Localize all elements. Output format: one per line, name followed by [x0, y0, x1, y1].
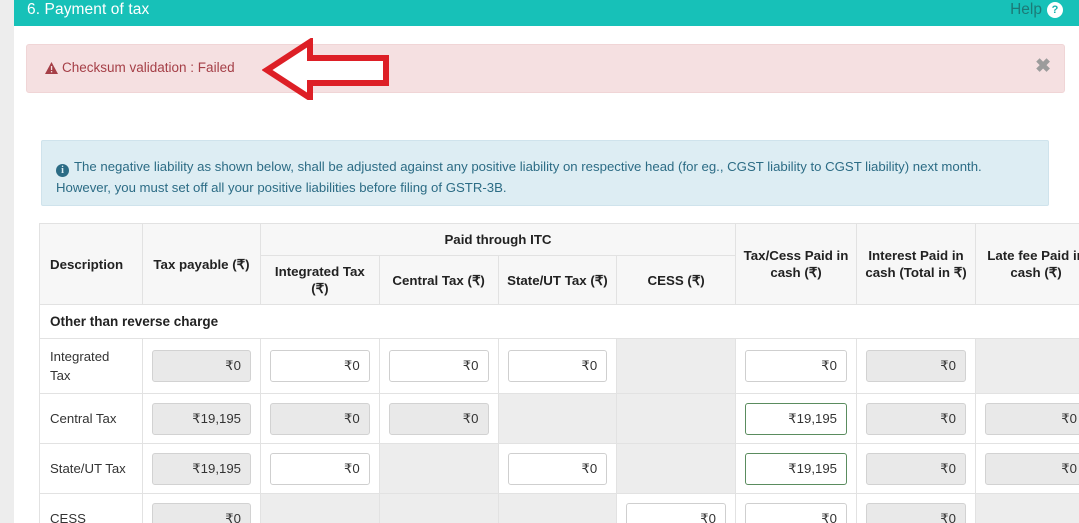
amount-input[interactable] — [507, 350, 608, 382]
checksum-alert-message: Checksum validation : Failed — [62, 60, 235, 75]
payment-table-head: Description Tax payable (₹) Paid through… — [39, 223, 1079, 305]
table-cell — [260, 493, 380, 523]
amount-input[interactable] — [507, 452, 608, 485]
payment-table-body: Other than reverse charge Integrated Tax… — [39, 304, 1079, 523]
checksum-alert: Checksum validation : Failed ✖ — [26, 44, 1065, 93]
section-header: 6. Payment of tax Help ? — [14, 0, 1079, 26]
help-label: Help — [1010, 1, 1042, 18]
th-description: Description — [39, 223, 143, 305]
table-cell — [260, 338, 380, 394]
th-late-fee-paid-in-cash: Late fee Paid in cash (₹) — [975, 223, 1079, 305]
table-cell — [856, 443, 976, 494]
row-label: Integrated Tax — [39, 338, 143, 394]
checksum-alert-text: Checksum validation : Failed — [45, 60, 235, 75]
table-cell — [975, 443, 1079, 494]
table-cell — [260, 393, 380, 444]
close-icon[interactable]: ✖ — [1035, 57, 1051, 76]
row-label: CESS — [39, 493, 143, 523]
th-tax-cess-paid-in-cash: Tax/Cess Paid in cash (₹) — [735, 223, 857, 305]
negative-liability-info: i The negative liability as shown below, … — [41, 140, 1049, 206]
header-row-top: Description Tax payable (₹) Paid through… — [39, 223, 1079, 305]
row-label: Central Tax — [39, 393, 143, 444]
info-circle-icon: i — [56, 164, 69, 177]
table-cell — [975, 338, 1079, 394]
table-cell — [856, 338, 976, 394]
table-cell — [856, 393, 976, 444]
table-cell — [378, 393, 499, 444]
table-cell — [378, 493, 499, 523]
row-label: State/UT Tax — [39, 443, 143, 494]
table-cell — [142, 338, 261, 394]
amount-input — [152, 502, 251, 523]
table-row: Central Tax — [39, 393, 1079, 444]
table-cell — [142, 493, 261, 523]
table-cell — [142, 443, 261, 494]
table-cell — [616, 493, 736, 523]
table-cell — [616, 443, 736, 494]
table-cell — [260, 443, 380, 494]
table-cell — [735, 443, 857, 494]
table-cell — [616, 338, 736, 394]
amount-input[interactable] — [626, 502, 726, 523]
amount-input — [388, 402, 489, 435]
table-cell — [975, 393, 1079, 444]
amount-input — [866, 452, 966, 485]
table-cell — [378, 338, 499, 394]
amount-input — [985, 452, 1079, 485]
table-cell — [735, 393, 857, 444]
page-root: 6. Payment of tax Help ? Checksum valida… — [0, 0, 1079, 523]
table-cell — [497, 338, 618, 394]
negative-liability-info-message: The negative liability as shown below, s… — [56, 159, 982, 195]
amount-input — [866, 402, 966, 435]
amount-input — [152, 452, 251, 485]
amount-input[interactable] — [270, 350, 370, 382]
amount-input[interactable] — [745, 350, 847, 382]
th-itc-central-tax: Central Tax (₹) — [378, 255, 499, 305]
content-card: Checksum validation : Failed ✖ i The nega… — [14, 26, 1079, 523]
th-itc-cess: CESS (₹) — [616, 255, 736, 305]
table-cell — [497, 393, 618, 444]
help-link[interactable]: Help ? — [1010, 1, 1063, 19]
table-cell — [735, 338, 857, 394]
amount-input — [985, 402, 1079, 435]
amount-input — [152, 402, 251, 435]
amount-input — [866, 502, 966, 523]
amount-input[interactable] — [745, 452, 847, 485]
payment-table: Description Tax payable (₹) Paid through… — [39, 223, 1079, 523]
th-interest-paid-in-cash: Interest Paid in cash (Total in ₹) — [856, 223, 976, 305]
page-title: 6. Payment of tax — [27, 1, 150, 18]
table-cell — [975, 493, 1079, 523]
table-cell — [497, 443, 618, 494]
question-circle-icon[interactable]: ? — [1047, 2, 1063, 18]
table-cell — [856, 493, 976, 523]
table-cell — [735, 493, 857, 523]
th-paid-through-itc: Paid through ITC — [260, 223, 736, 256]
table-row: State/UT Tax — [39, 443, 1079, 494]
warning-triangle-icon — [45, 62, 58, 74]
table-cell — [616, 393, 736, 444]
amount-input[interactable] — [745, 402, 847, 435]
table-cell — [142, 393, 261, 444]
amount-input — [152, 350, 251, 382]
th-itc-state-ut-tax: State/UT Tax (₹) — [497, 255, 618, 305]
amount-input — [866, 350, 966, 382]
table-row: CESS — [39, 493, 1079, 523]
table-row: Integrated Tax — [39, 338, 1079, 394]
th-tax-payable: Tax payable (₹) — [142, 223, 261, 305]
amount-input[interactable] — [388, 350, 489, 382]
group-row-label: Other than reverse charge — [39, 304, 1079, 339]
th-itc-integrated-tax: Integrated Tax (₹) — [260, 255, 380, 305]
amount-input[interactable] — [745, 502, 847, 523]
payment-table-container[interactable]: Description Tax payable (₹) Paid through… — [39, 223, 1079, 523]
negative-liability-info-text: i The negative liability as shown below, … — [56, 156, 1038, 198]
group-row: Other than reverse charge — [39, 304, 1079, 339]
amount-input — [270, 402, 370, 435]
amount-input[interactable] — [270, 452, 370, 485]
table-cell — [497, 493, 618, 523]
table-cell — [378, 443, 499, 494]
